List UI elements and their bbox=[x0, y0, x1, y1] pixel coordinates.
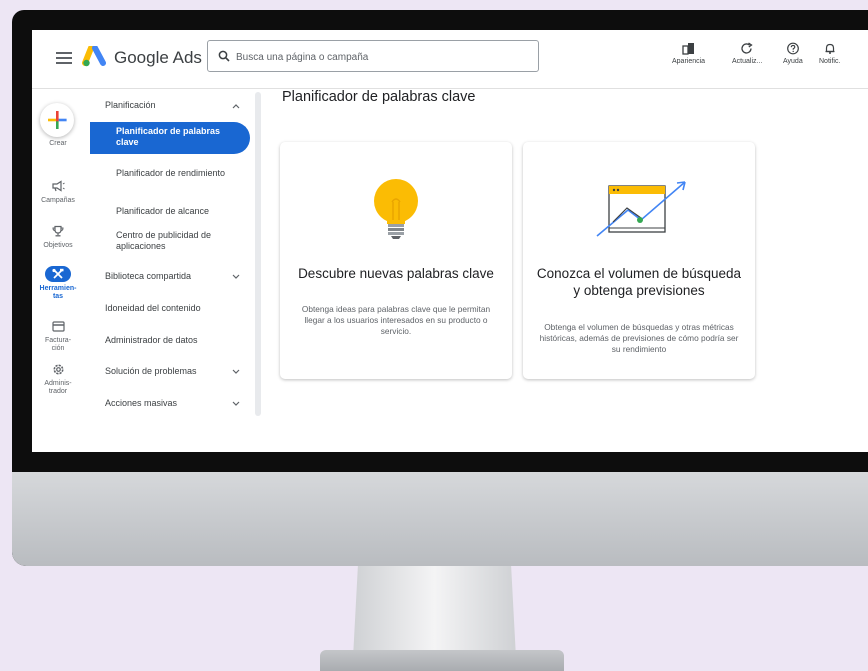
refresh-button[interactable]: Actualiz... bbox=[732, 42, 762, 65]
help-label: Ayuda bbox=[783, 58, 803, 65]
appearance-icon bbox=[681, 43, 694, 55]
plus-icon bbox=[48, 111, 67, 129]
billing-icon bbox=[51, 320, 65, 332]
notifications-button[interactable]: Notific. bbox=[819, 42, 840, 65]
page-title: Planificador de palabras clave bbox=[282, 89, 476, 105]
monitor-stand-neck bbox=[353, 566, 516, 658]
card-title: Conozca el volumen de búsqueda y obtenga… bbox=[536, 266, 742, 298]
product-name: Google Ads bbox=[114, 48, 202, 67]
lightbulb-icon bbox=[374, 179, 418, 239]
nav-sub-item-keyword-planner[interactable]: Planificador de palabras clave bbox=[116, 126, 244, 148]
monitor-stand-base bbox=[320, 650, 564, 671]
search-box[interactable] bbox=[207, 40, 539, 72]
monitor: Google Ads Apariencia bbox=[12, 10, 868, 566]
side-nav: Planificación Planificador de palabras c… bbox=[90, 88, 265, 420]
chevron-down-icon[interactable] bbox=[232, 401, 240, 407]
nav-section-label: Planificación bbox=[105, 100, 156, 110]
trophy-icon bbox=[52, 225, 64, 237]
search-icon bbox=[218, 50, 230, 62]
google-ads-logo-icon bbox=[82, 46, 106, 67]
megaphone-icon bbox=[52, 180, 65, 192]
create-label: Crear bbox=[49, 140, 67, 147]
notifications-label: Notific. bbox=[819, 58, 841, 65]
rail-item-label: Campañas bbox=[41, 197, 75, 204]
nav-sub-item-performance-planner[interactable]: Planificador de rendimiento bbox=[116, 168, 244, 179]
chevron-down-icon[interactable] bbox=[232, 369, 240, 375]
rail-item-billing[interactable]: Factura- ción bbox=[32, 318, 84, 353]
rail-item-admin[interactable]: Adminis- trador bbox=[32, 361, 84, 396]
card-title: Descubre nuevas palabras clave bbox=[298, 266, 494, 281]
tools-icon bbox=[52, 268, 64, 279]
card-search-volume-forecasts[interactable]: Conozca el volumen de búsqueda y obtenga… bbox=[523, 142, 755, 379]
refresh-icon bbox=[741, 42, 753, 54]
rail-item-label: Factura- ción bbox=[44, 337, 72, 352]
rail-item-label: Herramien- tas bbox=[39, 285, 77, 300]
card-discover-keywords[interactable]: Descubre nuevas palabras clave Obtenga i… bbox=[280, 142, 512, 379]
side-nav-scrollbar[interactable] bbox=[255, 92, 261, 416]
rail-item-goals[interactable]: Objetivos bbox=[32, 223, 84, 250]
help-icon bbox=[786, 42, 799, 55]
card-description: Obtenga el volumen de búsquedas y otras … bbox=[539, 322, 739, 354]
nav-sub-item-app-advertising-hub[interactable]: Centro de publicidad de aplicaciones bbox=[116, 230, 244, 252]
rail-item-label: Adminis- trador bbox=[44, 380, 72, 395]
search-input[interactable] bbox=[234, 48, 528, 66]
nav-sub-item-reach-planner[interactable]: Planificador de alcance bbox=[116, 206, 244, 217]
appearance-label: Apariencia bbox=[672, 58, 706, 65]
bell-icon bbox=[825, 43, 835, 54]
card-description: Obtenga ideas para palabras clave que le… bbox=[301, 304, 491, 336]
nav-section-data-manager[interactable]: Administrador de datos bbox=[105, 335, 255, 346]
chevron-up-icon[interactable] bbox=[232, 103, 240, 109]
app-screen: Google Ads Apariencia bbox=[32, 30, 868, 452]
top-bar: Google Ads Apariencia bbox=[32, 30, 868, 89]
forecast-chart-icon bbox=[596, 181, 686, 237]
chevron-down-icon[interactable] bbox=[232, 274, 240, 280]
help-button[interactable]: Ayuda bbox=[783, 42, 803, 65]
rail-item-campaigns[interactable]: Campañas bbox=[32, 178, 84, 205]
nav-section-content-suitability[interactable]: Idoneidad del contenido bbox=[105, 303, 255, 314]
monitor-chin bbox=[12, 472, 868, 566]
rail-item-label: Objetivos bbox=[43, 242, 73, 249]
appearance-button[interactable]: Apariencia bbox=[672, 42, 705, 65]
hamburger-menu-icon[interactable] bbox=[56, 52, 72, 64]
refresh-label: Actualiz... bbox=[732, 58, 763, 65]
admin-gear-icon bbox=[53, 364, 63, 374]
rail-item-tools[interactable]: Herramien- tas bbox=[32, 266, 84, 301]
create-button[interactable] bbox=[40, 103, 74, 137]
left-rail: Crear Campañas Objetivos Herramien- tas … bbox=[32, 88, 90, 418]
